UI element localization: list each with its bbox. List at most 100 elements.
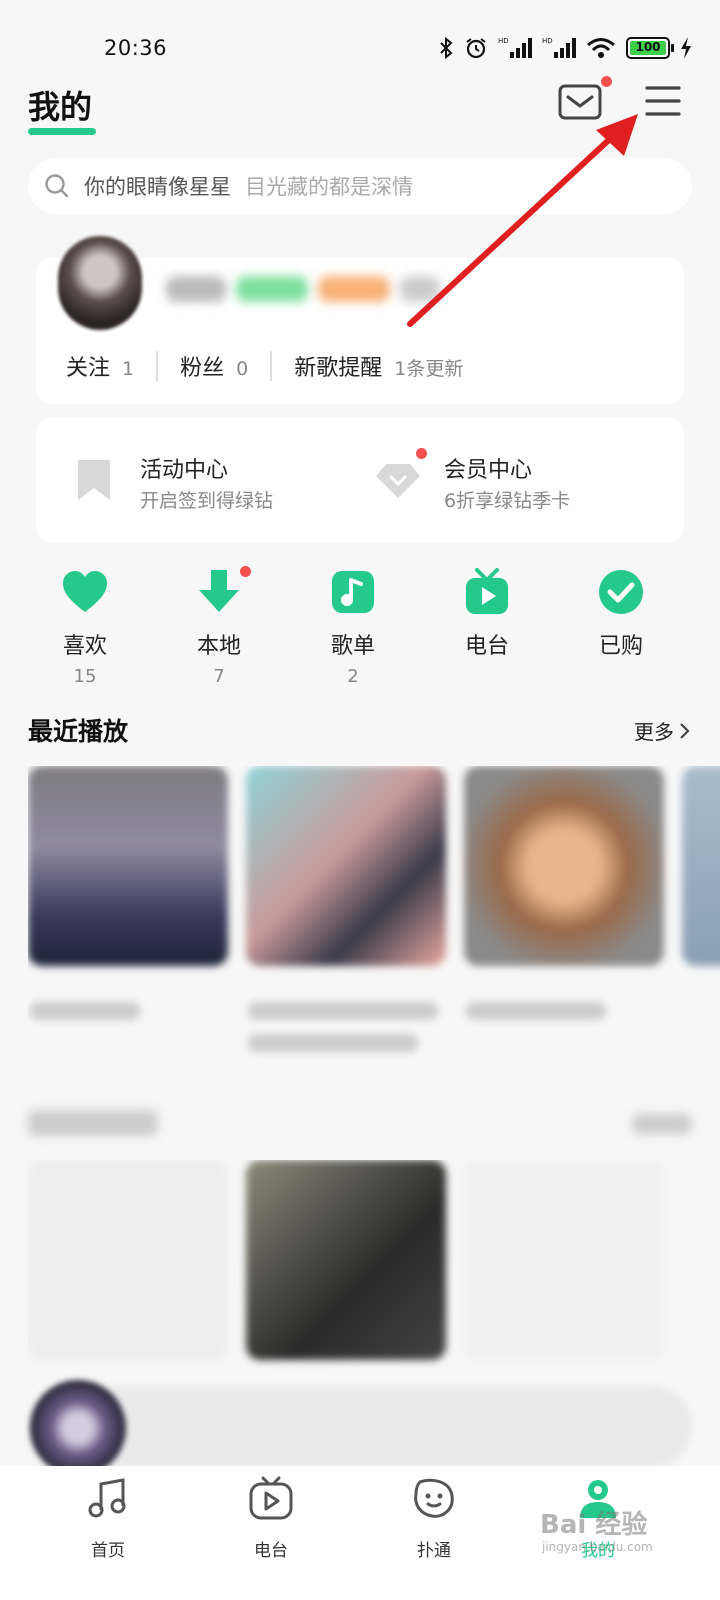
- quick-access-row: 喜欢 15 本地 7 歌单 2 电台 已购: [0, 566, 720, 698]
- section-card[interactable]: [464, 1160, 664, 1360]
- second-section-list: [28, 1160, 720, 1400]
- quick-count: 7: [213, 666, 225, 687]
- promo-title: 会员中心: [444, 458, 533, 483]
- fans-stat[interactable]: 粉丝 0: [180, 350, 248, 382]
- divider: [270, 351, 273, 381]
- recent-caption: [466, 1002, 606, 1020]
- download-icon: [199, 570, 239, 612]
- radio-icon: [466, 568, 508, 614]
- recent-caption: [248, 1034, 418, 1052]
- music-note-icon: [88, 1478, 126, 1518]
- avatar[interactable]: [58, 236, 142, 330]
- purchased-icon: [599, 570, 643, 614]
- quick-label: 歌单: [330, 634, 375, 659]
- promo-subtitle: 6折享绿钻季卡: [444, 490, 571, 512]
- stat-label: 关注: [66, 356, 111, 381]
- search-text: 你的眼睛像星星: [84, 175, 231, 199]
- quick-local[interactable]: 本地 7: [159, 566, 279, 687]
- mail-icon: [558, 84, 602, 120]
- face-icon: [414, 1478, 454, 1518]
- tab-radio[interactable]: 电台: [211, 1476, 331, 1561]
- message-button[interactable]: [558, 76, 612, 124]
- section-card[interactable]: [246, 1160, 446, 1360]
- bluetooth-icon: [440, 36, 453, 60]
- second-section-header: [28, 1106, 692, 1142]
- wifi-icon: [587, 38, 615, 58]
- recent-section-header: 最近播放 更多: [28, 712, 692, 752]
- status-icons: HD HD 100: [438, 36, 692, 60]
- battery-icon: 100: [626, 37, 674, 59]
- username-blurred[interactable]: [166, 276, 440, 306]
- menu-button[interactable]: [644, 84, 682, 122]
- tv-play-icon: [249, 1476, 293, 1520]
- quick-radio[interactable]: 电台: [427, 568, 547, 660]
- battery-level: 100: [635, 40, 661, 54]
- more-label: 更多: [634, 720, 674, 744]
- alarm-icon: [466, 38, 486, 59]
- header: 我的: [0, 76, 720, 140]
- quick-label: 已购: [598, 634, 643, 659]
- mini-player-cover[interactable]: [30, 1380, 126, 1476]
- search-bar[interactable]: 你的眼睛像星星 目光藏的都是深情: [28, 158, 692, 214]
- title-underline: [28, 128, 96, 135]
- diamond-icon: [376, 464, 420, 498]
- search-icon: [45, 174, 69, 198]
- status-time: 20:36: [104, 36, 168, 60]
- charging-icon: [681, 37, 691, 59]
- member-center[interactable]: 会员中心 6折享绿钻季卡: [336, 418, 636, 542]
- playlist-icon: [332, 571, 374, 613]
- quick-label: 本地: [196, 634, 241, 659]
- follow-stat[interactable]: 关注 1: [66, 350, 134, 382]
- mini-player[interactable]: [28, 1386, 692, 1468]
- chevron-right-icon: [680, 722, 690, 739]
- recent-caption: [248, 1002, 438, 1020]
- recent-caption: [30, 1002, 140, 1020]
- bookmark-icon: [78, 460, 110, 500]
- recent-title: 最近播放: [28, 717, 129, 746]
- recent-cover[interactable]: [464, 766, 664, 966]
- stat-label: 粉丝: [180, 356, 225, 381]
- signal-icon-2: HD: [542, 37, 576, 58]
- quick-label: 电台: [464, 634, 509, 659]
- activity-center[interactable]: 活动中心 开启签到得绿钻: [36, 418, 336, 542]
- quick-count: 2: [347, 666, 359, 687]
- section-card[interactable]: [28, 1160, 228, 1360]
- svg-text:HD: HD: [498, 37, 509, 45]
- hamburger-menu-icon: [645, 86, 681, 116]
- recent-more-link[interactable]: 更多: [634, 716, 692, 745]
- divider: [156, 351, 159, 381]
- profile-stats: 关注 1 粉丝 0 新歌提醒 1条更新: [66, 350, 463, 382]
- tab-label: 扑通: [417, 1541, 451, 1561]
- tab-home[interactable]: 首页: [48, 1476, 168, 1561]
- watermark: Bai 经验: [540, 1510, 648, 1540]
- tab-label: 电台: [254, 1541, 288, 1561]
- local-badge: [240, 566, 251, 577]
- recent-list: [28, 766, 720, 1066]
- signal-icon: HD: [498, 37, 532, 58]
- new-song-reminder[interactable]: 新歌提醒 1条更新: [294, 350, 463, 382]
- page-title: 我的: [28, 88, 93, 126]
- stat-value: 1: [122, 358, 135, 380]
- tab-putong[interactable]: 扑通: [374, 1476, 494, 1561]
- svg-text:HD: HD: [542, 37, 553, 45]
- quick-count: 15: [73, 666, 97, 687]
- quick-favorites[interactable]: 喜欢 15: [25, 568, 145, 687]
- status-bar: 20:36 HD HD 100: [0, 0, 720, 84]
- watermark-url: jingyan.baidu.com: [542, 1540, 653, 1554]
- recent-cover[interactable]: [246, 766, 446, 966]
- promo-title: 活动中心: [140, 458, 229, 483]
- search-hint: 目光藏的都是深情: [245, 175, 413, 199]
- member-badge: [416, 448, 427, 459]
- stat-value: 0: [236, 358, 249, 380]
- tab-label: 首页: [91, 1541, 125, 1561]
- recent-cover[interactable]: [682, 766, 720, 966]
- recent-cover[interactable]: [28, 766, 228, 966]
- heart-icon: [63, 571, 107, 612]
- promo-subtitle: 开启签到得绿钻: [140, 490, 274, 512]
- quick-purchased[interactable]: 已购: [561, 568, 681, 660]
- message-badge: [601, 76, 612, 87]
- stat-label: 新歌提醒: [294, 356, 383, 381]
- stat-value: 1条更新: [394, 358, 464, 380]
- quick-label: 喜欢: [62, 634, 107, 659]
- quick-playlist[interactable]: 歌单 2: [293, 568, 413, 687]
